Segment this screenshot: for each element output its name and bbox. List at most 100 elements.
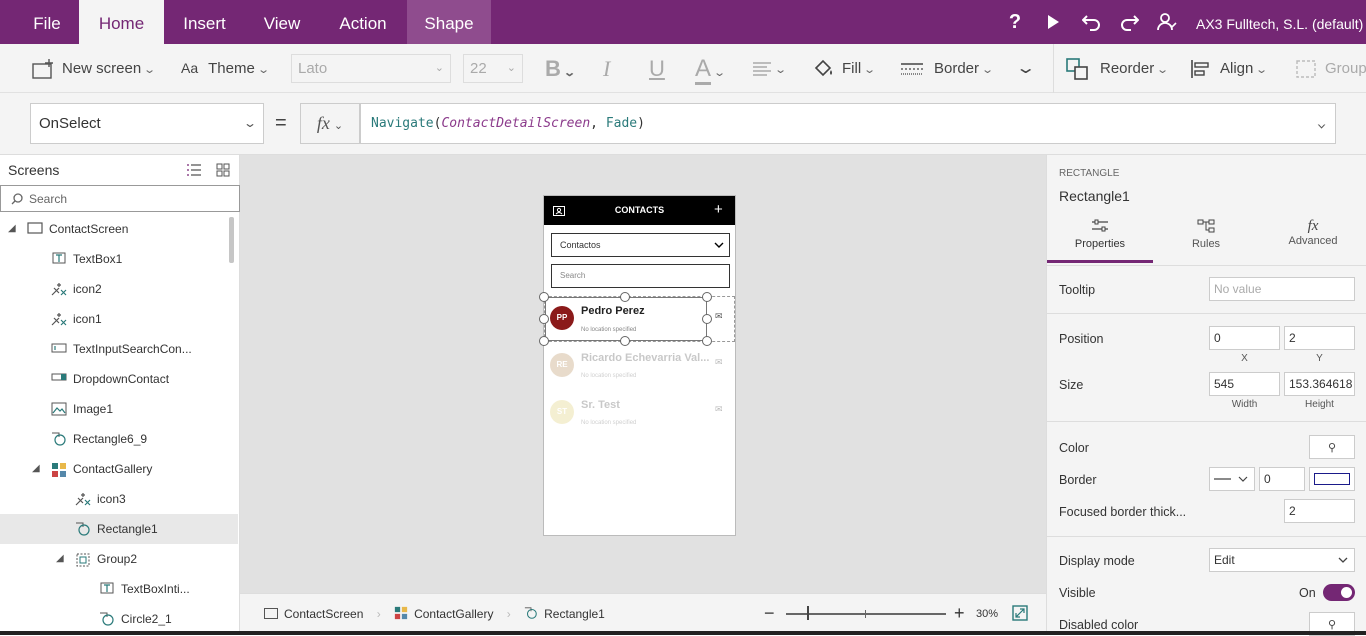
mail-icon[interactable]: ✉ (715, 311, 723, 322)
disabled-color-label: Disabled color (1059, 618, 1139, 632)
position-x-input[interactable]: 0 (1209, 326, 1280, 350)
italic-button[interactable]: I (603, 44, 610, 93)
display-mode-select[interactable]: Edit (1209, 548, 1355, 572)
tree-item-contactgallery[interactable]: ◢ ContactGallery (0, 454, 238, 484)
breadcrumb-item-rectangle[interactable]: Rectangle1 (524, 607, 605, 621)
tree-item-textboxinti[interactable]: TextBoxInti... (0, 574, 238, 604)
user-check-icon[interactable] (1155, 10, 1179, 38)
account-name[interactable]: AX3 Fulltech, S.L. (default) (1196, 0, 1363, 44)
control-name[interactable]: Rectangle1 (1059, 188, 1130, 204)
tab-advanced[interactable]: fx Advanced (1259, 217, 1366, 263)
resize-handle[interactable] (539, 292, 549, 302)
chevron-down-icon: ⌄ (863, 64, 877, 76)
expand-ribbon-chevron-icon[interactable]: ⌄ (1015, 44, 1036, 93)
height-input[interactable]: 153.364618 (1284, 372, 1355, 396)
tree-item-icon3[interactable]: icon3 (0, 484, 238, 514)
gallery-item[interactable]: RE Ricardo Echevarria Val... No location… (544, 344, 735, 390)
collapse-icon[interactable]: ◢ (8, 214, 16, 244)
tree-item-rectangle6-9[interactable]: Rectangle6_9 (0, 424, 238, 454)
fx-button[interactable]: fx ⌄ (300, 103, 360, 144)
underline-button[interactable]: U (649, 44, 665, 93)
tooltip-input[interactable]: No value (1209, 277, 1355, 301)
formula-input[interactable]: Navigate(ContactDetailScreen, Fade) ⌄ (360, 103, 1336, 144)
collapse-icon[interactable]: ◢ (32, 454, 40, 484)
font-color-button[interactable]: A ⌄ (695, 44, 726, 93)
toggle-knob (1341, 587, 1352, 598)
position-y-input[interactable]: 2 (1284, 326, 1355, 350)
help-icon[interactable]: ? (1003, 10, 1027, 34)
shape-icon (525, 607, 537, 619)
zoom-in-button[interactable]: + (954, 603, 965, 623)
tree-search-input[interactable]: Search (0, 185, 240, 212)
font-family-select[interactable]: Lato ⌄ (291, 54, 451, 83)
resize-handle[interactable] (539, 314, 549, 324)
tree-item-group2[interactable]: ◢ Group2 (0, 544, 238, 574)
tree-item-contactscreen[interactable]: ◢ ContactScreen (0, 214, 238, 244)
gallery-item[interactable]: ST Sr. Test No location specified ✉ (544, 391, 735, 437)
breadcrumb-item-screen[interactable]: ContactScreen (264, 607, 363, 621)
color-picker[interactable]: ⚲ (1309, 435, 1355, 459)
visible-toggle[interactable] (1323, 584, 1355, 601)
group-button[interactable]: Group (1295, 44, 1366, 93)
chevron-down-icon: ⌄ (1316, 116, 1327, 130)
border-button[interactable]: Border ⌄ (900, 44, 994, 93)
tree-item-icon2[interactable]: icon2 (0, 274, 238, 304)
border-width-input[interactable]: 0 (1259, 467, 1305, 491)
align-button[interactable]: Align ⌄ (1190, 44, 1268, 93)
undo-icon[interactable] (1080, 10, 1104, 37)
contacts-search-input[interactable]: Search (551, 264, 730, 288)
reorder-button[interactable]: Reorder ⌄ (1066, 44, 1169, 93)
fx-icon: fx (316, 113, 330, 133)
mail-icon[interactable]: ✉ (715, 404, 723, 415)
tree-item-dropdowncontact[interactable]: DropdownContact (0, 364, 238, 394)
screen-icon (27, 222, 43, 236)
text-input-icon (51, 342, 67, 356)
width-input[interactable]: 545 (1209, 372, 1280, 396)
tab-insert[interactable]: Insert (172, 0, 237, 44)
border-style-select[interactable] (1209, 467, 1255, 491)
tab-view[interactable]: View (252, 0, 312, 44)
tab-rules[interactable]: Rules (1153, 217, 1259, 263)
collapse-icon[interactable]: ◢ (56, 544, 64, 574)
tree-item-image1[interactable]: Image1 (0, 394, 238, 424)
fit-to-window-icon[interactable] (1012, 605, 1028, 624)
fill-button[interactable]: Fill ⌄ (812, 44, 877, 93)
redo-icon[interactable] (1117, 10, 1141, 37)
add-icon[interactable]: + (714, 201, 723, 219)
contacts-dropdown[interactable]: Contactos (551, 233, 730, 257)
border-color-picker[interactable] (1309, 467, 1355, 491)
play-icon[interactable] (1041, 10, 1065, 36)
tree-item-textbox1[interactable]: TextBox1 (0, 244, 238, 274)
focused-border-input[interactable]: 2 (1284, 499, 1355, 523)
zoom-slider-thumb[interactable] (807, 606, 809, 620)
tab-shape[interactable]: Shape (407, 0, 491, 44)
bold-button[interactable]: B ⌄ (545, 44, 576, 93)
breadcrumb-item-gallery[interactable]: ContactGallery (394, 606, 493, 621)
bold-label: B (545, 56, 561, 81)
tree-item-textinputsearch[interactable]: TextInputSearchCon... (0, 334, 238, 364)
list-view-icon[interactable] (186, 163, 202, 180)
window-bottom-edge (0, 631, 1366, 635)
tab-action[interactable]: Action (328, 0, 398, 44)
tree-item-circle2-1[interactable]: Circle2_1 (0, 604, 238, 634)
property-select[interactable]: OnSelect ⌄ (30, 103, 264, 144)
resize-handle[interactable] (620, 292, 630, 302)
zoom-slider[interactable] (786, 613, 946, 615)
tab-home[interactable]: Home (79, 0, 164, 44)
font-size-select[interactable]: 22 ⌄ (463, 54, 523, 83)
tab-file[interactable]: File (20, 0, 74, 44)
zoom-out-button[interactable]: − (764, 603, 775, 623)
theme-button[interactable]: Aa Theme ⌄ (181, 44, 270, 93)
tree-item-rectangle1[interactable]: Rectangle1 (0, 514, 238, 544)
app-screen-preview[interactable]: CONTACTS + Contactos Search PP Pedro Per… (539, 195, 736, 536)
new-screen-button[interactable]: New screen ⌄ (32, 44, 156, 93)
resize-handle[interactable] (702, 292, 712, 302)
fill-label: Fill (842, 60, 862, 77)
resize-handle[interactable] (702, 314, 712, 324)
mail-icon[interactable]: ✉ (715, 357, 723, 368)
tree-item-icon1[interactable]: icon1 (0, 304, 238, 334)
text-align-button[interactable]: ⌄ (752, 44, 787, 93)
tab-properties[interactable]: Properties (1047, 217, 1153, 263)
grid-view-icon[interactable] (216, 163, 230, 180)
panel-title: Screens (8, 162, 60, 178)
